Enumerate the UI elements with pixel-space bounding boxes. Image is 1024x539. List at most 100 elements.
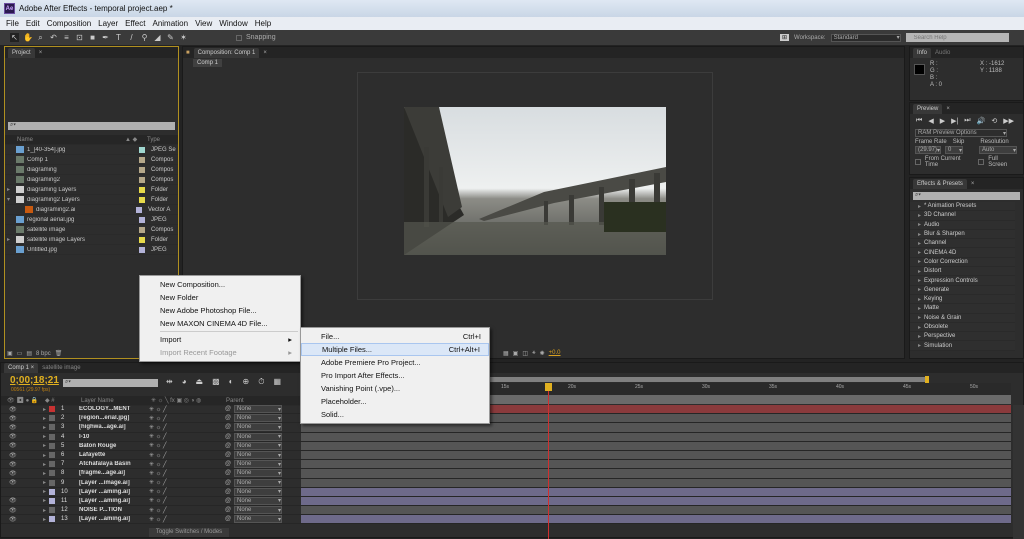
tab-audio[interactable]: Audio xyxy=(935,50,950,56)
context-menu-item[interactable]: Import Recent Footage ▸ xyxy=(140,346,300,359)
search-help-input[interactable] xyxy=(905,33,1009,42)
eye-icon[interactable]: 👁 xyxy=(1,452,43,459)
parent-pickwhip-icon[interactable]: @ xyxy=(225,470,234,476)
eraser-tool-icon[interactable]: ◢ xyxy=(153,33,162,42)
eye-icon[interactable]: 👁 xyxy=(1,461,43,468)
context-menu-item[interactable]: Import ▸ xyxy=(140,333,300,346)
tab-comp1[interactable]: Comp 1 × xyxy=(4,363,39,373)
effects-category[interactable]: ▸ Noise & Grain xyxy=(910,313,1015,323)
parent-pickwhip-icon[interactable]: @ xyxy=(225,461,234,467)
region-icon[interactable]: ▣ xyxy=(513,350,519,357)
layer-name[interactable]: [Layer ...image.ai] xyxy=(79,480,149,486)
tab-project[interactable]: Project xyxy=(8,47,35,58)
workspace-select[interactable]: Standard ▾ xyxy=(830,33,901,42)
clone-stamp-tool-icon[interactable]: ⚲ xyxy=(140,33,149,42)
frame-blending-icon[interactable]: ▩ xyxy=(212,377,220,387)
layer-label-color[interactable] xyxy=(49,424,55,431)
interpret-footage-icon[interactable]: ▣ xyxy=(7,350,13,357)
expand-arrow-icon[interactable]: ▸ xyxy=(5,236,13,243)
layer-switches-icon[interactable]: ✳ ☼ ╱ xyxy=(149,507,225,514)
layer-label-color[interactable] xyxy=(49,488,55,495)
parent-select[interactable]: None ▾ xyxy=(234,487,282,496)
project-item[interactable]: diagraming2.ai Vector A xyxy=(5,205,178,215)
effects-category[interactable]: ▸ Simulation xyxy=(910,341,1015,351)
parent-pickwhip-icon[interactable]: @ xyxy=(225,516,234,522)
last-frame-icon[interactable]: ⏭ xyxy=(964,117,970,125)
menu-composition[interactable]: Composition xyxy=(47,19,91,28)
effects-category[interactable]: ▸ Obsolete xyxy=(910,322,1015,333)
parent-select[interactable]: None ▾ xyxy=(234,432,282,441)
work-area-end-handle[interactable] xyxy=(925,376,929,383)
next-frame-icon[interactable]: ▶| xyxy=(951,117,958,125)
brush-tool-icon[interactable]: / xyxy=(127,33,136,42)
project-item[interactable]: 1_[40-354].jpg JPEG Se xyxy=(5,145,178,155)
layer-row[interactable]: 👁 ▸ 3 [highwa...age.ai] ✳ ☼ ╱ @ None ▾ xyxy=(1,423,301,433)
col-parent[interactable]: Parent xyxy=(226,398,244,404)
parent-select[interactable]: None ▾ xyxy=(234,478,282,487)
layer-label-color[interactable] xyxy=(49,406,55,413)
loop-icon[interactable]: ⟲ xyxy=(991,117,997,125)
expand-arrow-icon[interactable]: ▾ xyxy=(5,196,13,203)
parent-pickwhip-icon[interactable]: @ xyxy=(225,424,234,430)
parent-select[interactable]: None ▾ xyxy=(234,515,282,524)
effects-category[interactable]: ▸ Audio xyxy=(910,220,1015,230)
project-item[interactable]: satellite image Compos xyxy=(5,225,178,235)
tab-info[interactable]: Info xyxy=(913,47,932,58)
parent-pickwhip-icon[interactable]: @ xyxy=(225,452,234,458)
lock-icon[interactable]: ■ xyxy=(186,50,190,56)
layer-row[interactable]: 👁 ▸ 8 [fragme...age.ai] ✳ ☼ ╱ @ None ▾ xyxy=(1,469,301,479)
project-item[interactable]: diagraming Compos xyxy=(5,165,178,175)
tab-effects[interactable]: Effects & Presets xyxy=(913,178,967,189)
puppet-tool-icon[interactable]: ✶ xyxy=(179,33,188,42)
layer-row[interactable]: 👁 ▸ 5 Baton Rouge ✳ ☼ ╱ @ None ▾ xyxy=(1,441,301,451)
eye-icon[interactable]: 👁 xyxy=(1,479,43,486)
col-name[interactable]: Name xyxy=(5,137,125,143)
eye-icon[interactable]: 👁 xyxy=(1,516,43,523)
ram-preview-icon[interactable]: ▶▶ xyxy=(1003,117,1014,125)
parent-pickwhip-icon[interactable]: @ xyxy=(225,434,234,440)
import-submenu-item[interactable]: File... Ctrl+I xyxy=(301,330,489,343)
layer-duration-bar[interactable] xyxy=(301,460,1011,470)
parent-select[interactable]: None ▾ xyxy=(234,405,282,414)
draft-3d-icon[interactable]: ◕ xyxy=(182,377,187,387)
toggle-switches-modes-button[interactable]: Toggle Switches / Modes xyxy=(149,528,229,537)
layer-name[interactable]: I-10 xyxy=(79,434,149,440)
comp-mini-flowchart-icon[interactable]: ⇹ xyxy=(166,377,173,387)
mute-audio-icon[interactable]: 🔊 xyxy=(977,117,986,125)
menu-layer[interactable]: Layer xyxy=(98,19,118,28)
import-submenu-item[interactable]: Placeholder... xyxy=(301,395,489,408)
new-folder-icon[interactable]: ▭ xyxy=(17,350,23,357)
context-menu-item[interactable]: New Adobe Photoshop File... xyxy=(140,304,300,317)
effects-category[interactable]: ▸ * Animation Presets xyxy=(910,202,1015,212)
close-icon[interactable]: × xyxy=(971,181,975,187)
first-frame-icon[interactable]: ⏮ xyxy=(916,117,922,125)
layer-name[interactable]: Lafayette xyxy=(79,452,149,458)
grid-icon[interactable]: ▦ xyxy=(503,350,509,357)
eye-icon[interactable]: 👁 xyxy=(1,424,43,431)
effects-category[interactable]: ▸ Distort xyxy=(910,267,1015,277)
layer-row[interactable]: ▸ 10 [Layer ...aming.ai] ✳ ☼ ╱ @ None ▾ xyxy=(1,487,301,497)
layer-name[interactable]: [Layer ...aming.ai] xyxy=(79,489,149,495)
effects-category[interactable]: ▸ Expression Controls xyxy=(910,276,1015,286)
label-color[interactable] xyxy=(139,146,145,153)
close-icon[interactable]: × xyxy=(39,50,43,56)
new-comp-icon[interactable]: ▤ xyxy=(26,350,32,357)
label-color[interactable] xyxy=(139,226,145,233)
layer-duration-bar[interactable] xyxy=(301,515,1011,525)
trash-icon[interactable]: 🗑 xyxy=(55,350,63,357)
layer-label-color[interactable] xyxy=(49,442,55,449)
parent-select[interactable]: None ▾ xyxy=(234,469,282,478)
from-current-checkbox[interactable] xyxy=(915,159,921,165)
layer-row[interactable]: 👁 ▸ 11 [Layer ...aming.ai] ✳ ☼ ╱ @ None ▾ xyxy=(1,496,301,507)
ram-preview-select[interactable]: RAM Preview Options ▾ xyxy=(915,129,1007,137)
effects-category[interactable]: ▸ 3D Channel xyxy=(910,211,1015,221)
parent-pickwhip-icon[interactable]: @ xyxy=(225,406,234,412)
layer-row[interactable]: 👁 ▸ 9 [Layer ...image.ai] ✳ ☼ ╱ @ None ▾ xyxy=(1,478,301,488)
graph-editor-icon[interactable]: ▦ xyxy=(273,377,281,387)
parent-pickwhip-icon[interactable]: @ xyxy=(225,443,234,449)
parent-select[interactable]: None ▾ xyxy=(234,423,282,432)
playhead[interactable] xyxy=(544,383,552,539)
bpc-button[interactable]: 8 bpc xyxy=(36,351,51,357)
layer-switches-icon[interactable]: ✳ ☼ ╱ xyxy=(149,470,225,477)
brainstorm-icon[interactable]: ⊕ xyxy=(243,377,250,387)
